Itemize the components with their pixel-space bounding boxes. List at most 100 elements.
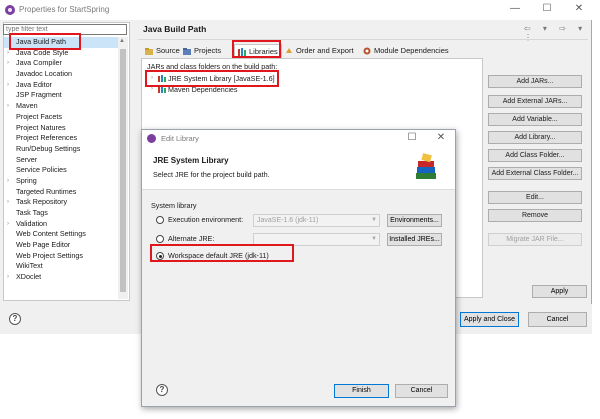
dialog-close-button[interactable]: ✕ (434, 132, 448, 144)
expand-arrow-icon[interactable]: › (7, 176, 9, 187)
action-button[interactable]: Add Library... (488, 131, 582, 144)
tab-module-dependencies[interactable]: Module Dependencies (360, 44, 449, 58)
chevron-down-icon: ▼ (371, 217, 377, 223)
tab-label: Order and Export (296, 46, 354, 55)
tree-item[interactable]: Server (4, 155, 118, 166)
radio-execution-environment[interactable]: Execution environment: (156, 214, 243, 226)
expand-arrow-icon[interactable]: › (7, 101, 9, 112)
radio-label: Execution environment: (168, 215, 244, 224)
tree-item-label: Java Editor (16, 79, 52, 89)
list-item-label: JRE System Library [JavaSE-1.6] (168, 74, 275, 83)
tree-item-label: Java Compiler (16, 58, 62, 68)
list-item-jre-library[interactable]: › JRE System Library [JavaSE-1.6] (151, 73, 275, 84)
tree-item[interactable]: Java Build Path (4, 37, 118, 48)
module-icon (363, 47, 371, 55)
tree-item[interactable]: Service Policies (4, 165, 118, 176)
minimize-button[interactable]: — (508, 3, 522, 15)
radio-alternate-jre[interactable]: Alternate JRE: (156, 233, 214, 245)
tree-item[interactable]: › Java Code Style (4, 48, 118, 59)
dialog-help-icon[interactable]: ? (156, 384, 168, 396)
scroll-thumb[interactable] (120, 49, 126, 292)
tab-projects[interactable]: Projects (180, 44, 221, 58)
tree-item[interactable]: › Spring (4, 176, 118, 187)
action-button[interactable]: Add Class Folder... (488, 149, 582, 162)
scroll-up-icon[interactable]: ▲ (119, 38, 125, 44)
tree-item-label: Run/Debug Settings (16, 143, 81, 153)
tree-item[interactable]: Web Project Settings (4, 251, 118, 262)
tree-item-label: Service Policies (16, 165, 67, 175)
tree-item[interactable]: Javadoc Location (4, 69, 118, 80)
tree-item[interactable]: › XDoclet (4, 272, 118, 283)
expand-arrow-icon[interactable]: › (151, 73, 153, 84)
tab-order-export[interactable]: Order and Export (282, 44, 354, 58)
tree-item[interactable]: Targeted Runtimes (4, 187, 118, 198)
tree-item[interactable]: JSP Fragment (4, 90, 118, 101)
radio-workspace-default-jre[interactable]: Workspace default JRE (jdk-11) (156, 250, 269, 262)
action-button[interactable]: Edit... (488, 191, 582, 204)
action-button[interactable]: Add External JARs... (488, 95, 582, 108)
tree-item[interactable]: › Task Repository (4, 197, 118, 208)
expand-arrow-icon[interactable]: › (7, 48, 9, 59)
list-item-maven-dependencies[interactable]: › Maven Dependencies (151, 84, 238, 95)
radio-button[interactable] (156, 252, 164, 260)
apply-and-close-button[interactable]: Apply and Close (460, 312, 519, 327)
tree-item[interactable]: › Java Editor (4, 80, 118, 91)
cancel-button[interactable]: Cancel (528, 312, 587, 327)
tree-item[interactable]: Run/Debug Settings (4, 144, 118, 155)
tree-scrollbar[interactable]: ▲ (118, 37, 128, 299)
tab-label: Projects (194, 46, 222, 55)
action-button[interactable]: Add External Class Folder... (488, 167, 582, 180)
tree-item[interactable]: Web Page Editor (4, 240, 118, 251)
tree-item[interactable]: Web Content Settings (4, 229, 118, 240)
expand-arrow-icon[interactable]: › (7, 58, 9, 69)
close-button[interactable]: ✕ (572, 3, 586, 15)
tree-item[interactable]: Project References (4, 133, 118, 144)
expand-arrow-icon[interactable]: › (7, 197, 9, 208)
tree-item[interactable]: WikiText (4, 261, 118, 272)
tree-item-label: Server (16, 154, 38, 164)
environments-button[interactable]: Environments... (387, 214, 442, 227)
help-icon[interactable]: ? (9, 313, 21, 325)
filter-input[interactable] (3, 24, 127, 35)
action-button[interactable]: Migrate JAR File... (488, 233, 582, 246)
tree-item-label: Maven (16, 101, 38, 111)
expand-arrow-icon[interactable]: › (7, 272, 9, 283)
tree-item[interactable]: › Java Compiler (4, 58, 118, 69)
tree-item[interactable]: Task Tags (4, 208, 118, 219)
expand-arrow-icon[interactable]: › (151, 84, 153, 95)
action-button[interactable]: Remove (488, 209, 582, 222)
system-library-label: System library (151, 201, 197, 210)
dialog-header (142, 148, 455, 190)
tree-item[interactable]: › Maven (4, 101, 118, 112)
tree-item[interactable]: Project Natures (4, 123, 118, 134)
installed-jres-button[interactable]: Installed JREs... (387, 233, 442, 246)
expand-arrow-icon[interactable]: › (7, 80, 9, 91)
dialog-cancel-button[interactable]: Cancel (395, 384, 448, 398)
tree-item-label: XDoclet (16, 272, 42, 282)
execution-environment-select[interactable]: JavaSE-1.6 (jdk-11) ▼ (253, 214, 380, 227)
tree-item-label: Project Natures (16, 122, 66, 132)
tree-item[interactable]: › Validation (4, 219, 118, 230)
apply-button[interactable]: Apply (532, 285, 587, 298)
action-button[interactable]: Add Variable... (488, 113, 582, 126)
finish-button[interactable]: Finish (334, 384, 389, 398)
radio-button[interactable] (156, 216, 164, 224)
tree-item-label: Web Content Settings (16, 229, 86, 239)
list-item-label: Maven Dependencies (168, 85, 238, 94)
tab-source[interactable]: Source (142, 44, 180, 58)
maximize-button[interactable]: ☐ (540, 3, 554, 15)
alternate-jre-select[interactable]: ▼ (253, 233, 380, 246)
radio-button[interactable] (156, 235, 164, 243)
tree-item[interactable]: Project Facets (4, 112, 118, 123)
expand-arrow-icon[interactable]: › (7, 219, 9, 230)
action-button[interactable]: Add JARs... (488, 75, 582, 88)
tree-item-label: Java Code Style (16, 47, 69, 57)
tree-item-label: WikiText (16, 261, 43, 271)
combo-value: JavaSE-1.6 (jdk-11) (257, 217, 319, 224)
tab-libraries[interactable]: Libraries (234, 44, 282, 58)
window-titlebar: Properties for StartSpring — ☐ ✕ (0, 0, 592, 20)
property-tree: Java Build Path › Java Code Style › Java Com… (4, 37, 118, 283)
tab-label: Libraries (249, 47, 278, 56)
dialog-maximize-button[interactable]: ☐ (405, 132, 419, 144)
eclipse-icon (5, 5, 15, 15)
